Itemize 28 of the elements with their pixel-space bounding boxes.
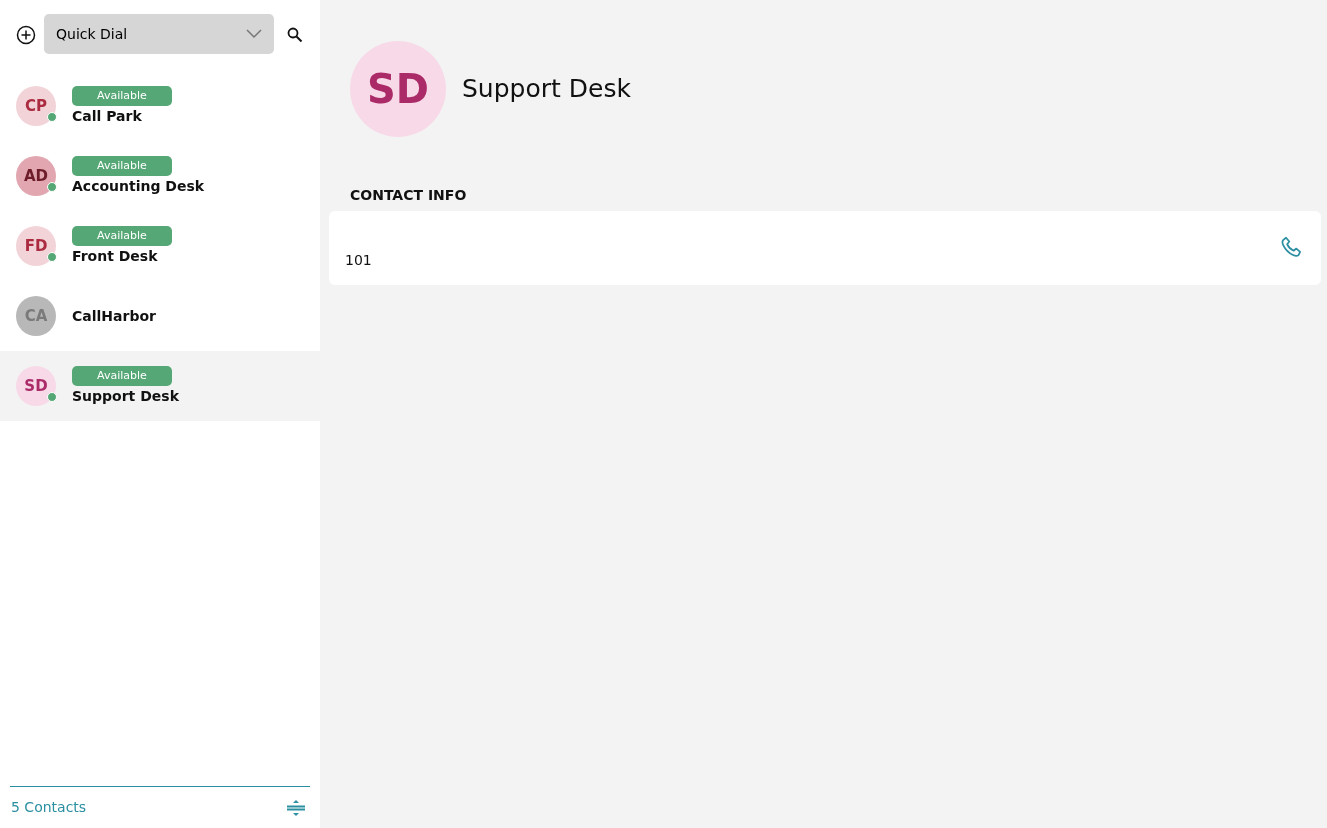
contact-row[interactable]: SD Available Support Desk xyxy=(0,351,320,421)
contact-avatar: FD xyxy=(16,226,56,266)
sort-icon[interactable] xyxy=(286,797,306,818)
contact-name: CallHarbor xyxy=(72,306,156,326)
contact-name: Call Park xyxy=(72,106,143,126)
contact-name: Front Desk xyxy=(72,246,159,266)
status-badge: Available xyxy=(72,155,172,176)
contact-name: Accounting Desk xyxy=(72,176,205,196)
contact-row[interactable]: CA CallHarbor xyxy=(0,281,320,351)
contact-row[interactable]: CP Available Call Park xyxy=(0,71,320,141)
contact-avatar: SD xyxy=(350,41,446,137)
dropdown[interactable]: Quick Dial xyxy=(44,14,274,54)
status-badge: Available xyxy=(72,365,172,386)
contact-avatar: CP xyxy=(16,86,56,126)
contact-name: Support Desk xyxy=(462,73,631,106)
status-badge: Available xyxy=(72,85,172,106)
add-icon[interactable] xyxy=(16,23,36,45)
contact-count: 5 Contacts xyxy=(11,798,87,817)
contact-row[interactable]: AD Available Accounting Desk xyxy=(0,141,320,211)
section-heading: CONTACT INFO xyxy=(349,186,468,205)
phone-number: 101 xyxy=(345,251,372,270)
contact-avatar: AD xyxy=(16,156,56,196)
status-badge: Available xyxy=(72,225,172,246)
contact-name: Support Desk xyxy=(72,386,179,406)
contact-avatar: CA xyxy=(16,296,56,336)
chevron-icon xyxy=(246,29,262,39)
contact-row[interactable]: FD Available Front Desk xyxy=(0,211,320,281)
contact-avatar: SD xyxy=(16,366,56,406)
